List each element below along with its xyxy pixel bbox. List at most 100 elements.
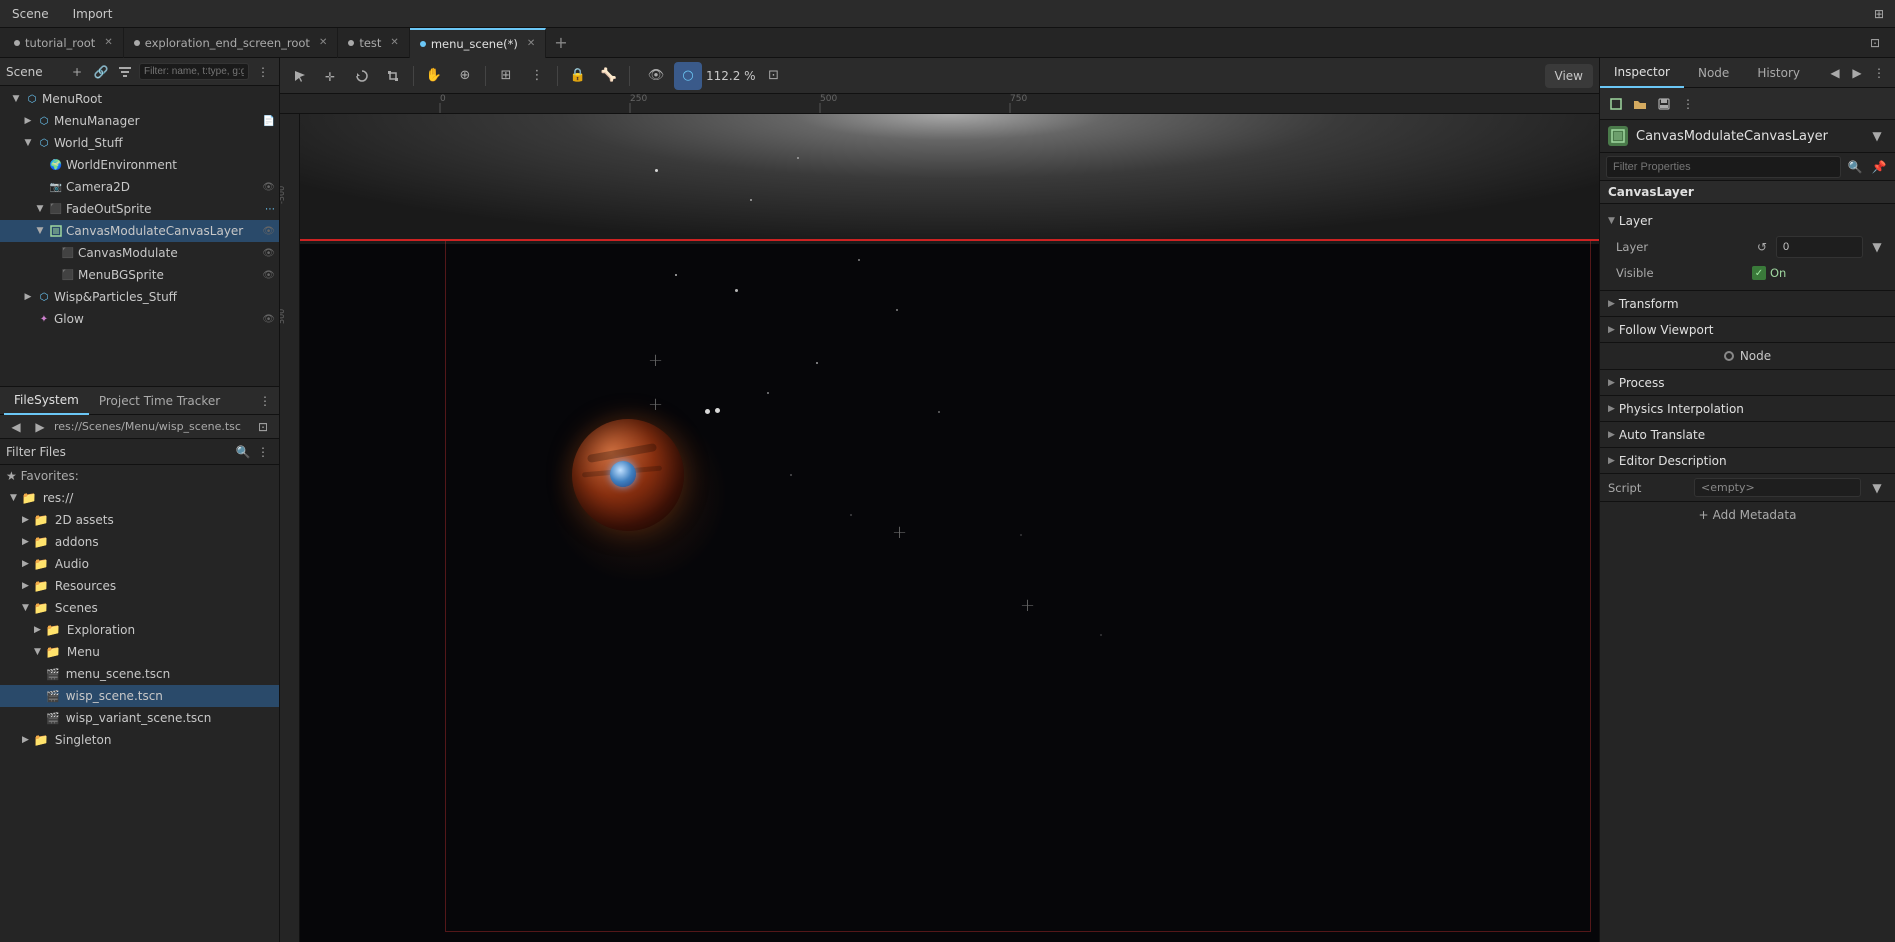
- filter-icon[interactable]: [115, 62, 135, 82]
- eye-icon[interactable]: 👁: [262, 226, 275, 237]
- tool-bone-btn[interactable]: 🦴: [595, 62, 623, 90]
- tree-item-worldenv[interactable]: 🌍 WorldEnvironment: [0, 154, 279, 176]
- tab-bar: tutorial_root ✕ exploration_end_screen_r…: [0, 28, 1895, 58]
- tool-rotate-btn[interactable]: [348, 62, 376, 90]
- tab-exploration[interactable]: exploration_end_screen_root ✕: [124, 28, 339, 58]
- tree-item-wispparticles[interactable]: ▶ ⬡ Wisp&Particles_Stuff: [0, 286, 279, 308]
- folder-icon: 📁: [34, 733, 49, 747]
- close-icon[interactable]: ✕: [390, 37, 398, 48]
- tool-cursor-btn[interactable]: [286, 62, 314, 90]
- zoom-reset-btn[interactable]: ○: [674, 62, 702, 90]
- scene-filter-input[interactable]: [139, 63, 249, 80]
- tab-history[interactable]: History: [1743, 58, 1814, 88]
- filter-properties-input[interactable]: [1606, 156, 1841, 178]
- scene-menu-btn[interactable]: ⋮: [253, 62, 273, 82]
- fs-item-2dassets[interactable]: ▶ 📁 2D assets: [0, 509, 279, 531]
- layer-expand-btn[interactable]: ▼: [1867, 237, 1887, 257]
- fs-item-menu[interactable]: ▼ 📁 Menu: [0, 641, 279, 663]
- fs-path-icon[interactable]: ⊡: [253, 417, 273, 437]
- tab-node[interactable]: Node: [1684, 58, 1743, 88]
- tab-inspector[interactable]: Inspector: [1600, 58, 1684, 88]
- tab-filesystem[interactable]: FileSystem: [4, 387, 89, 415]
- eye-toggle[interactable]: 👁: [642, 62, 670, 90]
- nav-back-btn[interactable]: ◀: [6, 417, 26, 437]
- fs-item-addons[interactable]: ▶ 📁 addons: [0, 531, 279, 553]
- menu-scene[interactable]: Scene: [6, 5, 55, 23]
- tool-anchor-btn[interactable]: ⊕: [451, 62, 479, 90]
- close-icon[interactable]: ✕: [319, 37, 327, 48]
- tool-move-btn[interactable]: ✛: [317, 62, 345, 90]
- fs-item-scenes[interactable]: ▼ 📁 Scenes: [0, 597, 279, 619]
- fs-item-exploration[interactable]: ▶ 📁 Exploration: [0, 619, 279, 641]
- tab-test[interactable]: test ✕: [338, 28, 409, 58]
- inspector-more-btn[interactable]: ⋮: [1678, 94, 1698, 114]
- inspector-back-btn[interactable]: [1606, 94, 1626, 114]
- close-icon[interactable]: ✕: [527, 38, 535, 49]
- inspector-folder-btn[interactable]: [1630, 94, 1650, 114]
- link-node-btn[interactable]: 🔗: [91, 62, 111, 82]
- fs-item-wispscene[interactable]: 🎬 wisp_scene.tscn: [0, 685, 279, 707]
- maximize-btn[interactable]: ⊡: [1865, 33, 1885, 53]
- tree-item-menumanager[interactable]: ▶ ⬡ MenuManager 📄: [0, 110, 279, 132]
- zoom-fit-btn[interactable]: ⊡: [760, 62, 788, 90]
- menu-import[interactable]: Import: [67, 5, 119, 23]
- insp-menu-btn[interactable]: ⋮: [1869, 63, 1889, 83]
- tool-grid-btn[interactable]: ⊞: [492, 62, 520, 90]
- tree-item-canvasmodulate[interactable]: ▼ CanvasModulateCanvasLayer 👁: [0, 220, 279, 242]
- add-metadata-btn[interactable]: + Add Metadata: [1600, 502, 1895, 528]
- inspector-save-btn[interactable]: [1654, 94, 1674, 114]
- layer-section-header[interactable]: ▼ Layer: [1600, 208, 1895, 234]
- tab-tutorial-root[interactable]: tutorial_root ✕: [4, 28, 124, 58]
- close-icon[interactable]: ✕: [104, 37, 112, 48]
- physics-interpolation-section[interactable]: ▶ Physics Interpolation: [1600, 396, 1895, 422]
- fs-item-audio[interactable]: ▶ 📁 Audio: [0, 553, 279, 575]
- layout-btn[interactable]: ⊞: [1869, 4, 1889, 24]
- add-tab-btn[interactable]: +: [546, 33, 575, 52]
- tool-snap-btn[interactable]: 🔒: [564, 62, 592, 90]
- filter-pin-icon[interactable]: 📌: [1869, 157, 1889, 177]
- eye-icon[interactable]: 👁: [262, 314, 275, 325]
- fs-item-menuscene[interactable]: 🎬 menu_scene.tscn: [0, 663, 279, 685]
- canvas-layer-dropdown[interactable]: ▼: [1867, 126, 1887, 146]
- tool-pan-btn[interactable]: ✋: [420, 62, 448, 90]
- auto-translate-section[interactable]: ▶ Auto Translate: [1600, 422, 1895, 448]
- tree-item-menuroot[interactable]: ▼ ⬡ MenuRoot: [0, 88, 279, 110]
- fs-menu-btn[interactable]: ⋮: [255, 391, 275, 411]
- tool-more-btn[interactable]: ⋮: [523, 62, 551, 90]
- tree-item-glow[interactable]: ✦ Glow 👁: [0, 308, 279, 330]
- fs-item-singleton[interactable]: ▶ 📁 Singleton: [0, 729, 279, 751]
- layer-input[interactable]: [1776, 236, 1863, 258]
- fs-item-wispvariant[interactable]: 🎬 wisp_variant_scene.tscn: [0, 707, 279, 729]
- eye-icon[interactable]: 👁: [262, 248, 275, 259]
- eye-icon[interactable]: 👁: [262, 270, 275, 281]
- visible-checkbox[interactable]: ✓: [1752, 266, 1766, 280]
- tree-item-camera2d[interactable]: 📷 Camera2D 👁: [0, 176, 279, 198]
- layer-reset-btn[interactable]: ↺: [1752, 237, 1772, 257]
- follow-viewport-section[interactable]: ▶ Follow Viewport: [1600, 317, 1895, 343]
- tree-item-fadeout[interactable]: ▼ ⬛ FadeOutSprite ⋯: [0, 198, 279, 220]
- script-value[interactable]: <empty>: [1694, 478, 1861, 497]
- script-dropdown[interactable]: ▼: [1867, 478, 1887, 498]
- transform-section[interactable]: ▶ Transform: [1600, 291, 1895, 317]
- add-node-btn[interactable]: +: [67, 62, 87, 82]
- nav-fwd-btn[interactable]: ▶: [30, 417, 50, 437]
- scene-canvas[interactable]: + + + +: [300, 114, 1599, 942]
- process-section[interactable]: ▶ Process: [1600, 370, 1895, 396]
- tool-scale-btn[interactable]: [379, 62, 407, 90]
- fs-item-resources[interactable]: ▶ 📁 Resources: [0, 575, 279, 597]
- tab-menu-scene[interactable]: menu_scene(*) ✕: [410, 28, 546, 58]
- filter-search-btn[interactable]: 🔍: [233, 442, 253, 462]
- tree-item-canvasmod[interactable]: ⬛ CanvasModulate 👁: [0, 242, 279, 264]
- eye-icon[interactable]: 👁: [262, 182, 275, 193]
- tree-item-worldstuff[interactable]: ▼ ⬡ World_Stuff: [0, 132, 279, 154]
- tab-project-time-tracker[interactable]: Project Time Tracker: [89, 387, 230, 415]
- insp-prev-btn[interactable]: ◀: [1825, 63, 1845, 83]
- insp-next-btn[interactable]: ▶: [1847, 63, 1867, 83]
- favorites-header[interactable]: ★ Favorites:: [0, 465, 279, 487]
- filter-search-icon[interactable]: 🔍: [1845, 157, 1865, 177]
- fs-item-res[interactable]: ▼ 📁 res://: [0, 487, 279, 509]
- filter-options-btn[interactable]: ⋮: [253, 442, 273, 462]
- editor-description-section[interactable]: ▶ Editor Description: [1600, 448, 1895, 474]
- tree-item-menubg[interactable]: ⬛ MenuBGSprite 👁: [0, 264, 279, 286]
- view-btn[interactable]: View: [1545, 64, 1593, 88]
